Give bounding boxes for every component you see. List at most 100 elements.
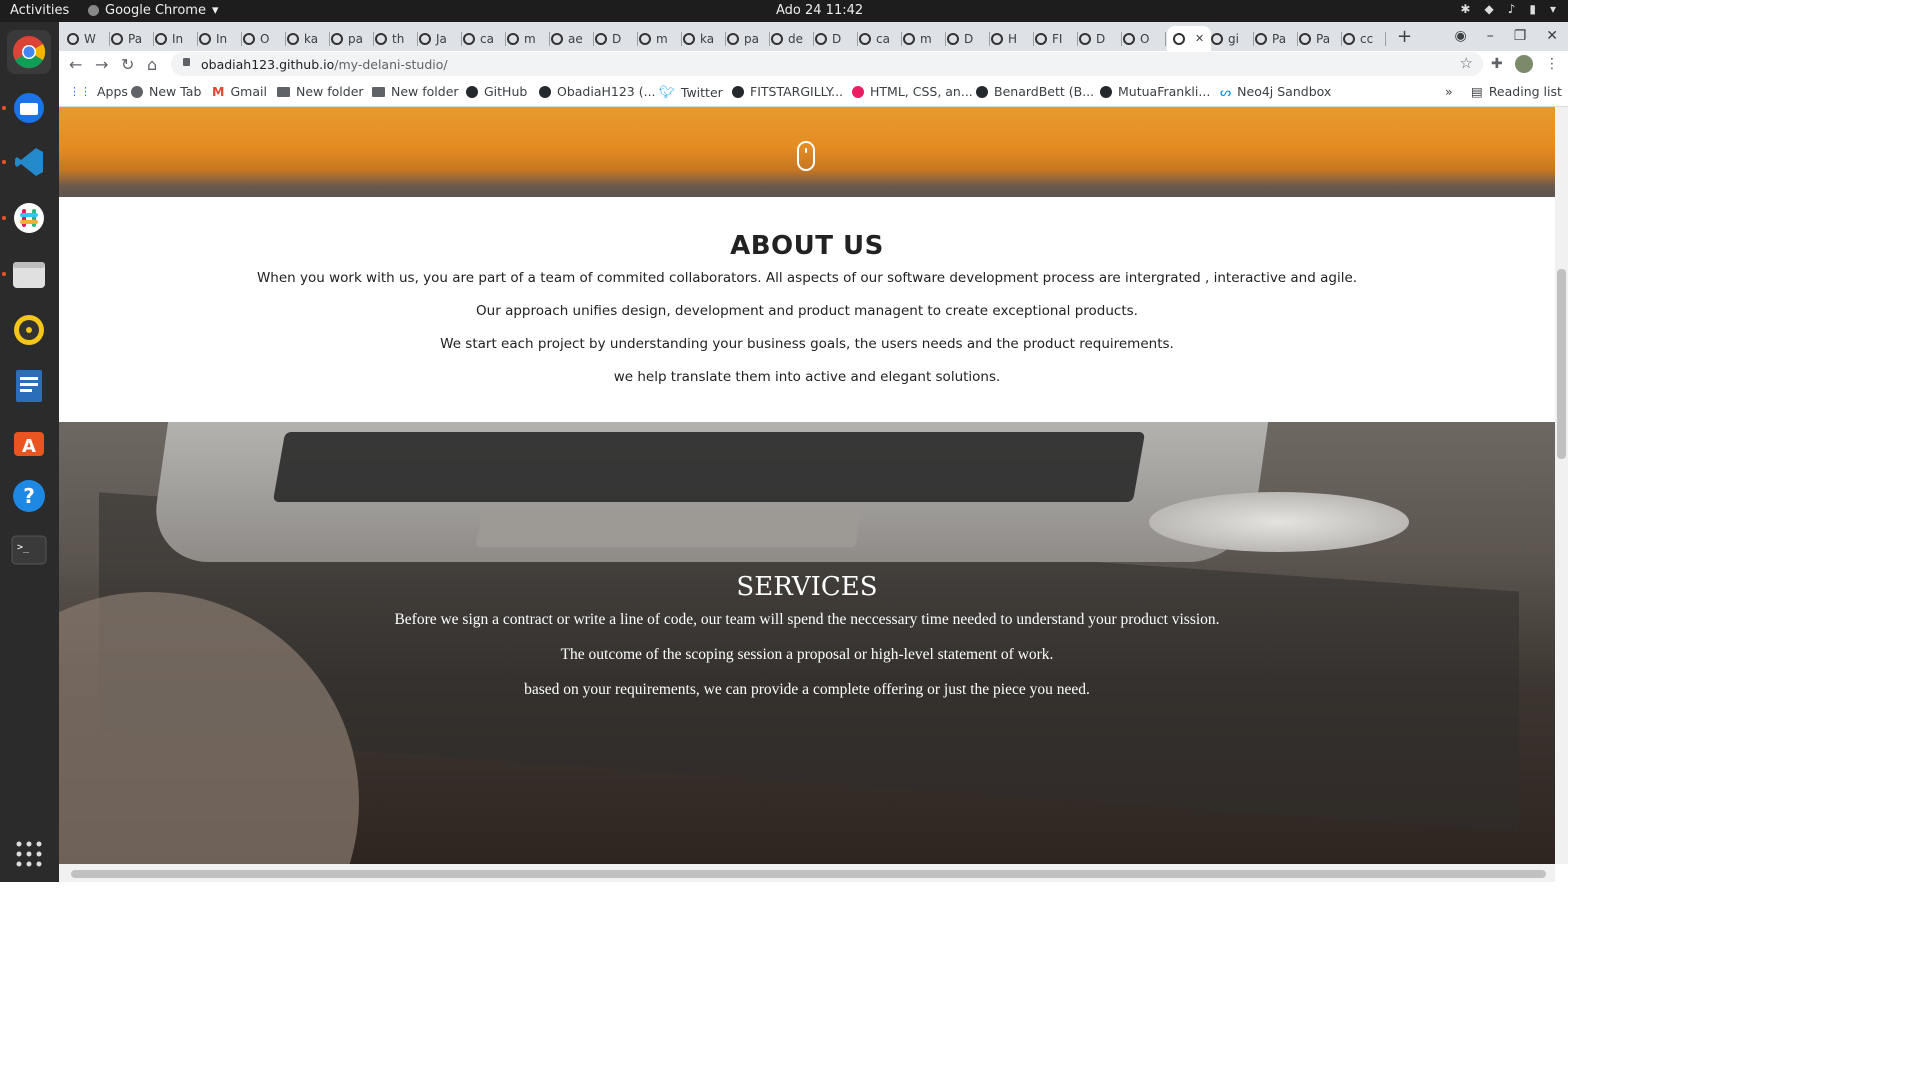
- tab-title: O: [260, 31, 270, 46]
- slack-dock-icon[interactable]: [7, 196, 51, 240]
- bookmark-new-tab[interactable]: New Tab: [131, 84, 201, 99]
- browser-tab[interactable]: D: [595, 26, 638, 51]
- reading-list-button[interactable]: ▤ Reading list: [1471, 84, 1562, 99]
- github-icon: [732, 85, 744, 98]
- app-menu[interactable]: Google Chrome ▾: [88, 3, 219, 18]
- lock-icon[interactable]: [183, 58, 190, 66]
- clock[interactable]: Ado 24 11:42: [776, 3, 863, 18]
- browser-tab[interactable]: de: [771, 26, 814, 51]
- terminal-dock-icon[interactable]: >_: [7, 528, 51, 572]
- maximize-button[interactable]: ❐: [1514, 28, 1527, 44]
- bookmark-gmail[interactable]: M Gmail: [212, 84, 267, 99]
- writer-dock-icon[interactable]: [7, 364, 51, 408]
- thunderbird-dock-icon[interactable]: [7, 86, 51, 130]
- browser-tab[interactable]: Ja: [419, 26, 462, 51]
- close-tab-icon[interactable]: ✕: [1195, 32, 1204, 45]
- browser-tab[interactable]: Pa: [111, 26, 154, 51]
- wifi-icon[interactable]: ◆: [1484, 2, 1493, 16]
- horizontal-scroll-thumb[interactable]: [71, 870, 1546, 878]
- bookmark-label: GitHub: [484, 84, 528, 99]
- browser-tab[interactable]: Pa: [1299, 26, 1342, 51]
- extensions-icon[interactable]: ✚: [1491, 56, 1503, 72]
- browser-tab[interactable]: FI: [1035, 26, 1078, 51]
- bookmark-fitstargilly[interactable]: FITSTARGILLY...: [732, 84, 843, 99]
- browser-tab[interactable]: O: [1123, 26, 1166, 51]
- url-text[interactable]: obadiah123.github.io/my-delani-studio/: [201, 57, 448, 72]
- browser-tab[interactable]: m: [903, 26, 946, 51]
- browser-tab[interactable]: m: [507, 26, 550, 51]
- tab-search-icon[interactable]: ◉: [1454, 28, 1466, 44]
- browser-tab[interactable]: H: [991, 26, 1034, 51]
- address-bar[interactable]: obadiah123.github.io/my-delani-studio/ ☆: [171, 52, 1483, 76]
- chevron-down-icon[interactable]: ▾: [1550, 2, 1556, 16]
- horizontal-scrollbar[interactable]: [59, 864, 1555, 882]
- browser-tab[interactable]: ae: [551, 26, 594, 51]
- system-tray[interactable]: ✱ ◆ ♪ ▮ ▾: [1460, 2, 1556, 16]
- tab-title: D: [1096, 31, 1106, 46]
- scroll-mouse-icon[interactable]: [797, 141, 815, 171]
- browser-tab[interactable]: D: [815, 26, 858, 51]
- bookmark-github[interactable]: GitHub: [466, 84, 527, 99]
- github-icon: [976, 85, 988, 98]
- close-window-button[interactable]: ✕: [1546, 28, 1558, 44]
- browser-tab[interactable]: ka: [683, 26, 726, 51]
- bookmark-folder-2[interactable]: New folder: [372, 84, 459, 99]
- activities-button[interactable]: Activities: [10, 3, 69, 18]
- software-center-dock-icon[interactable]: A: [7, 420, 51, 464]
- browser-tab[interactable]: pa: [331, 26, 374, 51]
- bookmarks-overflow-button[interactable]: »: [1445, 84, 1453, 99]
- chrome-dock-icon[interactable]: [7, 30, 51, 74]
- browser-tab[interactable]: O: [243, 26, 286, 51]
- battery-icon[interactable]: ▮: [1529, 2, 1536, 16]
- tab-title: m: [920, 31, 932, 46]
- tab-separator: [1165, 32, 1166, 46]
- browser-tab[interactable]: m: [639, 26, 682, 51]
- bookmark-mutua[interactable]: MutuaFrankli...: [1100, 84, 1210, 99]
- browser-tab[interactable]: cc: [1343, 26, 1386, 51]
- bookmark-star-icon[interactable]: ☆: [1460, 54, 1473, 72]
- browser-tab[interactable]: D: [947, 26, 990, 51]
- browser-tab[interactable]: ca: [463, 26, 506, 51]
- bookmark-benard[interactable]: BenardBett (B...: [976, 84, 1094, 99]
- volume-icon[interactable]: ♪: [1508, 2, 1516, 16]
- bookmark-label: FITSTARGILLY...: [750, 84, 844, 99]
- new-tab-button[interactable]: +: [1397, 26, 1412, 47]
- dock: A ? >_: [0, 22, 59, 882]
- chevron-down-icon: ▾: [211, 3, 219, 18]
- browser-tab[interactable]: In: [199, 26, 242, 51]
- rhythmbox-dock-icon[interactable]: [7, 308, 51, 352]
- bookmark-html-css[interactable]: HTML, CSS, an...: [852, 84, 973, 99]
- back-button[interactable]: ←: [69, 55, 82, 74]
- tab-separator: [1297, 32, 1298, 46]
- vscode-dock-icon[interactable]: [7, 140, 51, 184]
- menu-icon[interactable]: ⋮: [1545, 56, 1559, 72]
- vertical-scrollbar[interactable]: [1555, 107, 1568, 864]
- browser-tab[interactable]: In: [155, 26, 198, 51]
- browser-tab[interactable]: W: [67, 26, 110, 51]
- browser-tab[interactable]: pa: [727, 26, 770, 51]
- profile-avatar[interactable]: [1515, 55, 1533, 73]
- browser-tab[interactable]: th: [375, 26, 418, 51]
- browser-tab[interactable]: D: [1079, 26, 1122, 51]
- browser-tab[interactable]: ca: [859, 26, 902, 51]
- bookmark-apps[interactable]: ⋮⋮ Apps: [69, 84, 128, 99]
- show-applications-icon[interactable]: [7, 832, 51, 876]
- forward-button[interactable]: →: [95, 55, 108, 74]
- slack-tray-icon[interactable]: ✱: [1460, 2, 1470, 16]
- browser-tab[interactable]: ka: [287, 26, 330, 51]
- help-dock-icon[interactable]: ?: [7, 474, 51, 518]
- files-dock-icon[interactable]: [7, 252, 51, 296]
- reload-button[interactable]: ↻: [121, 55, 134, 74]
- tab-title: ae: [568, 31, 583, 46]
- vertical-scroll-thumb[interactable]: [1557, 269, 1566, 459]
- home-button[interactable]: ⌂: [147, 55, 157, 74]
- minimize-button[interactable]: –: [1487, 28, 1494, 44]
- bookmark-neo4j[interactable]: ᔕ Neo4j Sandbox: [1220, 84, 1331, 99]
- tab-separator: [549, 32, 550, 46]
- tab-active[interactable]: ✕: [1167, 26, 1211, 51]
- bookmark-obadiah[interactable]: ObadiaH123 (...: [539, 84, 656, 99]
- browser-tab[interactable]: Pa: [1255, 26, 1298, 51]
- bookmark-twitter[interactable]: 🐦︎ Twitter: [659, 84, 723, 100]
- bookmark-folder-1[interactable]: New folder: [277, 84, 364, 99]
- browser-tab[interactable]: gi: [1211, 26, 1254, 51]
